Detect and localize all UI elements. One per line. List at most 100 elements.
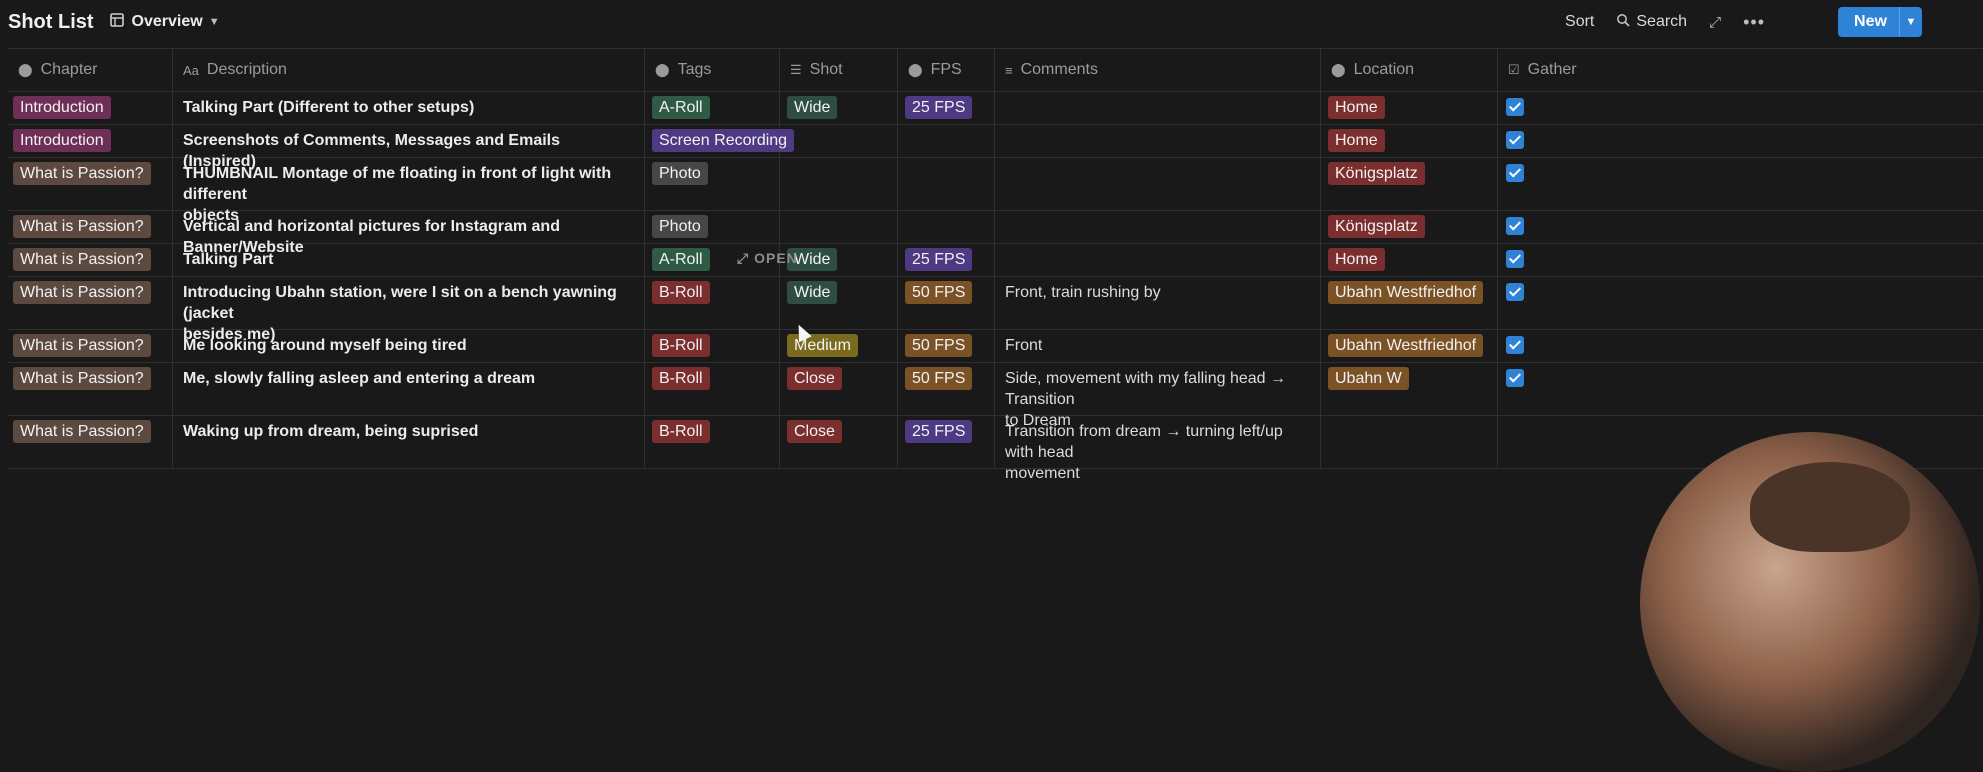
fps-pill[interactable]: 25 FPS: [905, 420, 973, 443]
location-pill[interactable]: Ubahn Westfriedhof: [1328, 334, 1484, 357]
comments-cell[interactable]: Side, movement with my falling head → Tr…: [995, 363, 1321, 429]
location-pill[interactable]: Home: [1328, 96, 1385, 119]
tags-cell[interactable]: B-Roll: [645, 277, 780, 329]
gathered-cell[interactable]: [1498, 363, 1983, 415]
table-row[interactable]: What is Passion? Vertical and horizontal …: [8, 211, 1983, 256]
column-header-fps[interactable]: ⬤ FPS: [898, 49, 995, 91]
shot-cell[interactable]: Close: [780, 416, 898, 468]
more-options-icon[interactable]: •••: [1743, 12, 1765, 33]
description-cell[interactable]: Me looking around myself being tired: [173, 330, 645, 362]
location-cell[interactable]: Home: [1321, 92, 1498, 124]
description-cell[interactable]: Screenshots of Comments, Messages and Em…: [173, 125, 645, 170]
chapter-cell[interactable]: Introduction: [8, 125, 173, 157]
location-pill[interactable]: Königsplatz: [1328, 162, 1425, 185]
shot-pill[interactable]: Close: [787, 420, 842, 443]
chapter-tag[interactable]: Introduction: [13, 96, 111, 119]
chapter-cell[interactable]: Introduction: [8, 92, 173, 124]
column-header-chapter[interactable]: ⬤ Chapter: [8, 49, 173, 91]
gathered-checkbox[interactable]: [1506, 98, 1524, 116]
fps-pill[interactable]: 50 FPS: [905, 281, 973, 304]
table-row[interactable]: What is Passion? Waking up from dream, be…: [8, 416, 1983, 482]
description-cell[interactable]: Vertical and horizontal pictures for Ins…: [173, 211, 645, 256]
description-cell[interactable]: Talking Part: [173, 244, 645, 276]
location-cell[interactable]: Königsplatz: [1321, 211, 1498, 243]
tag-pill[interactable]: Photo: [652, 215, 708, 238]
column-header-location[interactable]: ⬤ Location: [1321, 49, 1498, 91]
fps-cell[interactable]: [898, 125, 995, 157]
fps-cell[interactable]: 50 FPS: [898, 330, 995, 362]
table-row[interactable]: What is Passion? Me looking around myself…: [8, 330, 1983, 363]
tag-pill[interactable]: A-Roll: [652, 248, 710, 271]
fps-cell[interactable]: 25 FPS: [898, 244, 995, 276]
location-pill[interactable]: Ubahn Westfriedhof: [1328, 281, 1484, 304]
gathered-checkbox[interactable]: [1506, 336, 1524, 354]
shot-cell[interactable]: [780, 211, 898, 243]
fps-cell[interactable]: 25 FPS: [898, 416, 995, 468]
shot-cell[interactable]: [780, 158, 898, 210]
fps-cell[interactable]: 50 FPS: [898, 277, 995, 329]
chapter-cell[interactable]: What is Passion?: [8, 211, 173, 243]
table-row[interactable]: What is Passion? Talking Part A-Roll Wide 25…: [8, 244, 1983, 277]
new-button[interactable]: New ▼: [1838, 7, 1922, 37]
chapter-tag[interactable]: Introduction: [13, 129, 111, 152]
tag-pill[interactable]: B-Roll: [652, 281, 710, 304]
sort-button[interactable]: Sort: [1565, 13, 1594, 31]
gathered-checkbox[interactable]: [1506, 250, 1524, 268]
shot-cell[interactable]: Close: [780, 363, 898, 415]
tags-cell[interactable]: B-Roll: [645, 416, 780, 468]
open-row-button[interactable]: ⤢ OPEN: [737, 245, 798, 271]
table-row[interactable]: What is Passion? THUMBNAIL Montage of me …: [8, 158, 1983, 224]
chapter-cell[interactable]: What is Passion?: [8, 330, 173, 362]
location-cell[interactable]: Ubahn W: [1321, 363, 1498, 415]
fps-pill[interactable]: 50 FPS: [905, 334, 973, 357]
tag-pill[interactable]: Photo: [652, 162, 708, 185]
gathered-cell[interactable]: [1498, 211, 1983, 243]
comments-cell[interactable]: Front, train rushing by: [995, 277, 1321, 329]
fps-cell[interactable]: 25 FPS: [898, 92, 995, 124]
tag-pill[interactable]: B-Roll: [652, 334, 710, 357]
shot-pill[interactable]: Wide: [787, 281, 838, 304]
gathered-checkbox[interactable]: [1506, 164, 1524, 182]
location-pill[interactable]: Königsplatz: [1328, 215, 1425, 238]
gathered-cell[interactable]: [1498, 158, 1983, 210]
tags-cell[interactable]: A-Roll: [645, 92, 780, 124]
gathered-cell[interactable]: [1498, 277, 1983, 329]
comments-cell[interactable]: [995, 158, 1321, 210]
comments-cell[interactable]: Transition from dream → turning left/up …: [995, 416, 1321, 482]
location-pill[interactable]: Home: [1328, 248, 1385, 271]
chapter-cell[interactable]: What is Passion?: [8, 244, 173, 276]
tag-pill[interactable]: B-Roll: [652, 420, 710, 443]
description-cell[interactable]: Me, slowly falling asleep and entering a…: [173, 363, 645, 415]
gathered-checkbox[interactable]: [1506, 283, 1524, 301]
tags-cell[interactable]: Photo: [645, 211, 780, 243]
location-cell[interactable]: Home: [1321, 125, 1498, 157]
expand-icon[interactable]: ⤢: [1709, 14, 1721, 31]
location-cell[interactable]: Home: [1321, 244, 1498, 276]
chapter-cell[interactable]: What is Passion?: [8, 277, 173, 329]
description-cell[interactable]: THUMBNAIL Montage of me floating in fron…: [173, 158, 645, 224]
shot-cell[interactable]: [780, 125, 898, 157]
chapter-tag[interactable]: What is Passion?: [13, 367, 151, 390]
description-cell[interactable]: Waking up from dream, being suprised: [173, 416, 645, 468]
search-button[interactable]: Search: [1616, 13, 1687, 32]
shot-cell[interactable]: Wide: [780, 92, 898, 124]
location-pill[interactable]: Home: [1328, 129, 1385, 152]
tags-cell[interactable]: Screen Recording: [645, 125, 795, 157]
gathered-cell[interactable]: [1498, 330, 1983, 362]
fps-cell[interactable]: [898, 211, 995, 243]
chapter-tag[interactable]: What is Passion?: [13, 215, 151, 238]
tag-pill[interactable]: A-Roll: [652, 96, 710, 119]
tag-pill[interactable]: B-Roll: [652, 367, 710, 390]
comments-cell[interactable]: [995, 125, 1321, 157]
location-cell[interactable]: Königsplatz: [1321, 158, 1498, 210]
tags-cell[interactable]: Photo: [645, 158, 780, 210]
gathered-cell[interactable]: [1498, 244, 1983, 276]
column-header-comments[interactable]: ≡ Comments: [995, 49, 1321, 91]
location-cell[interactable]: [1321, 416, 1498, 468]
column-header-description[interactable]: Aa Description: [173, 49, 645, 91]
tag-pill[interactable]: Screen Recording: [652, 129, 795, 152]
chapter-tag[interactable]: What is Passion?: [13, 281, 151, 304]
fps-cell[interactable]: [898, 158, 995, 210]
gathered-checkbox[interactable]: [1506, 217, 1524, 235]
chapter-tag[interactable]: What is Passion?: [13, 420, 151, 443]
